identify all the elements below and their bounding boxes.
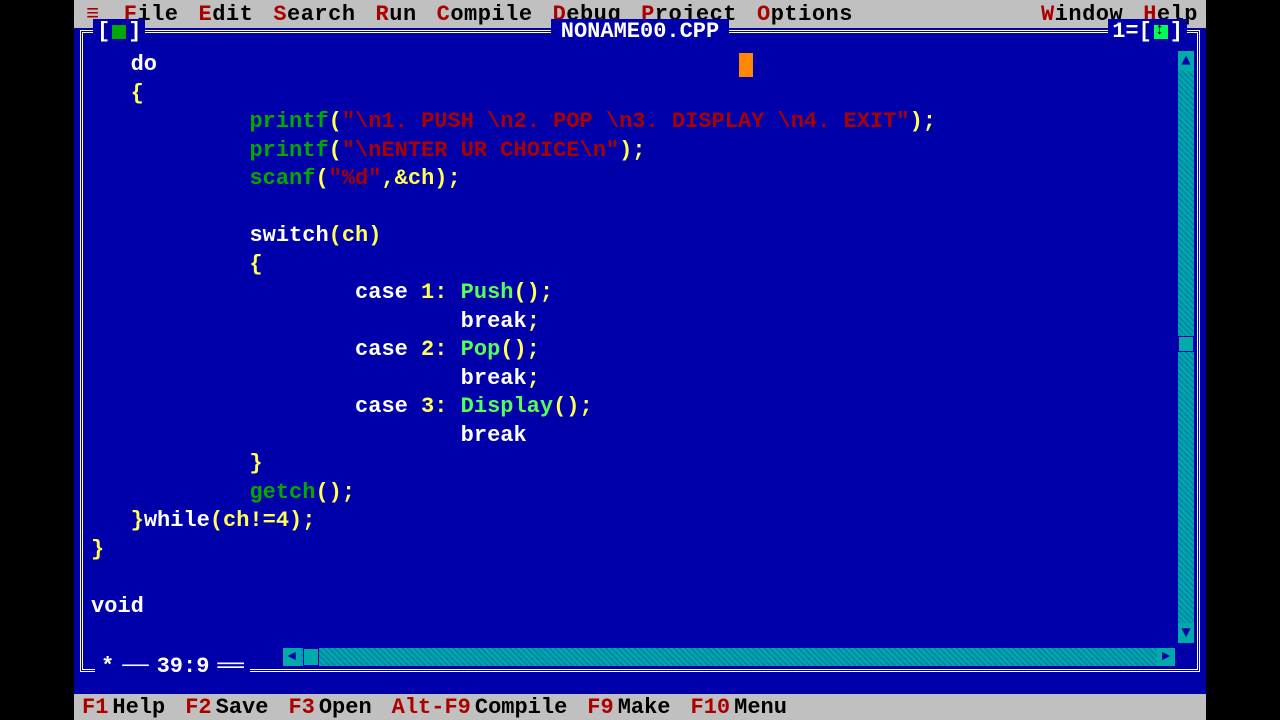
editor-frame: [] NONAME00.CPP 1=[] do { printf("\n1. P… [80,30,1200,672]
code-editor[interactable]: do { printf("\n1. PUSH \n2. POP \n3. DIS… [91,51,1175,643]
app-window: ≡ File Edit Search Run Compile Debug Pro… [74,0,1206,720]
maximize-icon [1154,25,1168,39]
vscroll-thumb[interactable] [1178,336,1194,352]
cursor-position: 39:9 [157,654,210,679]
vscroll-track[interactable] [1178,71,1194,623]
function-key-bar: F1Help F2Save F3Open Alt-F9Compile F9Mak… [74,694,1206,720]
scroll-up-icon[interactable]: ▲ [1178,51,1194,71]
fkey-open[interactable]: F3Open [288,695,371,720]
modified-indicator: * [101,654,114,679]
fkey-save[interactable]: F2Save [185,695,268,720]
scroll-left-icon[interactable]: ◄ [283,648,301,666]
fkey-help[interactable]: F1Help [82,695,165,720]
window-title: NONAME00.CPP [551,19,729,44]
fkey-make[interactable]: F9Make [587,695,670,720]
close-icon [112,25,126,39]
horizontal-scrollbar[interactable]: ◄ ► [283,648,1175,666]
scroll-right-icon[interactable]: ► [1157,648,1175,666]
fkey-compile[interactable]: Alt-F9Compile [392,695,568,720]
hscroll-thumb[interactable] [303,648,319,666]
maximize-button[interactable]: 1=[] [1108,19,1187,44]
status-bar: * ── 39:9 ══ [95,654,250,679]
fkey-menu[interactable]: F10Menu [691,695,787,720]
close-button[interactable]: [] [93,19,145,44]
vertical-scrollbar[interactable]: ▲ ▼ [1178,51,1194,643]
scroll-down-icon[interactable]: ▼ [1178,623,1194,643]
